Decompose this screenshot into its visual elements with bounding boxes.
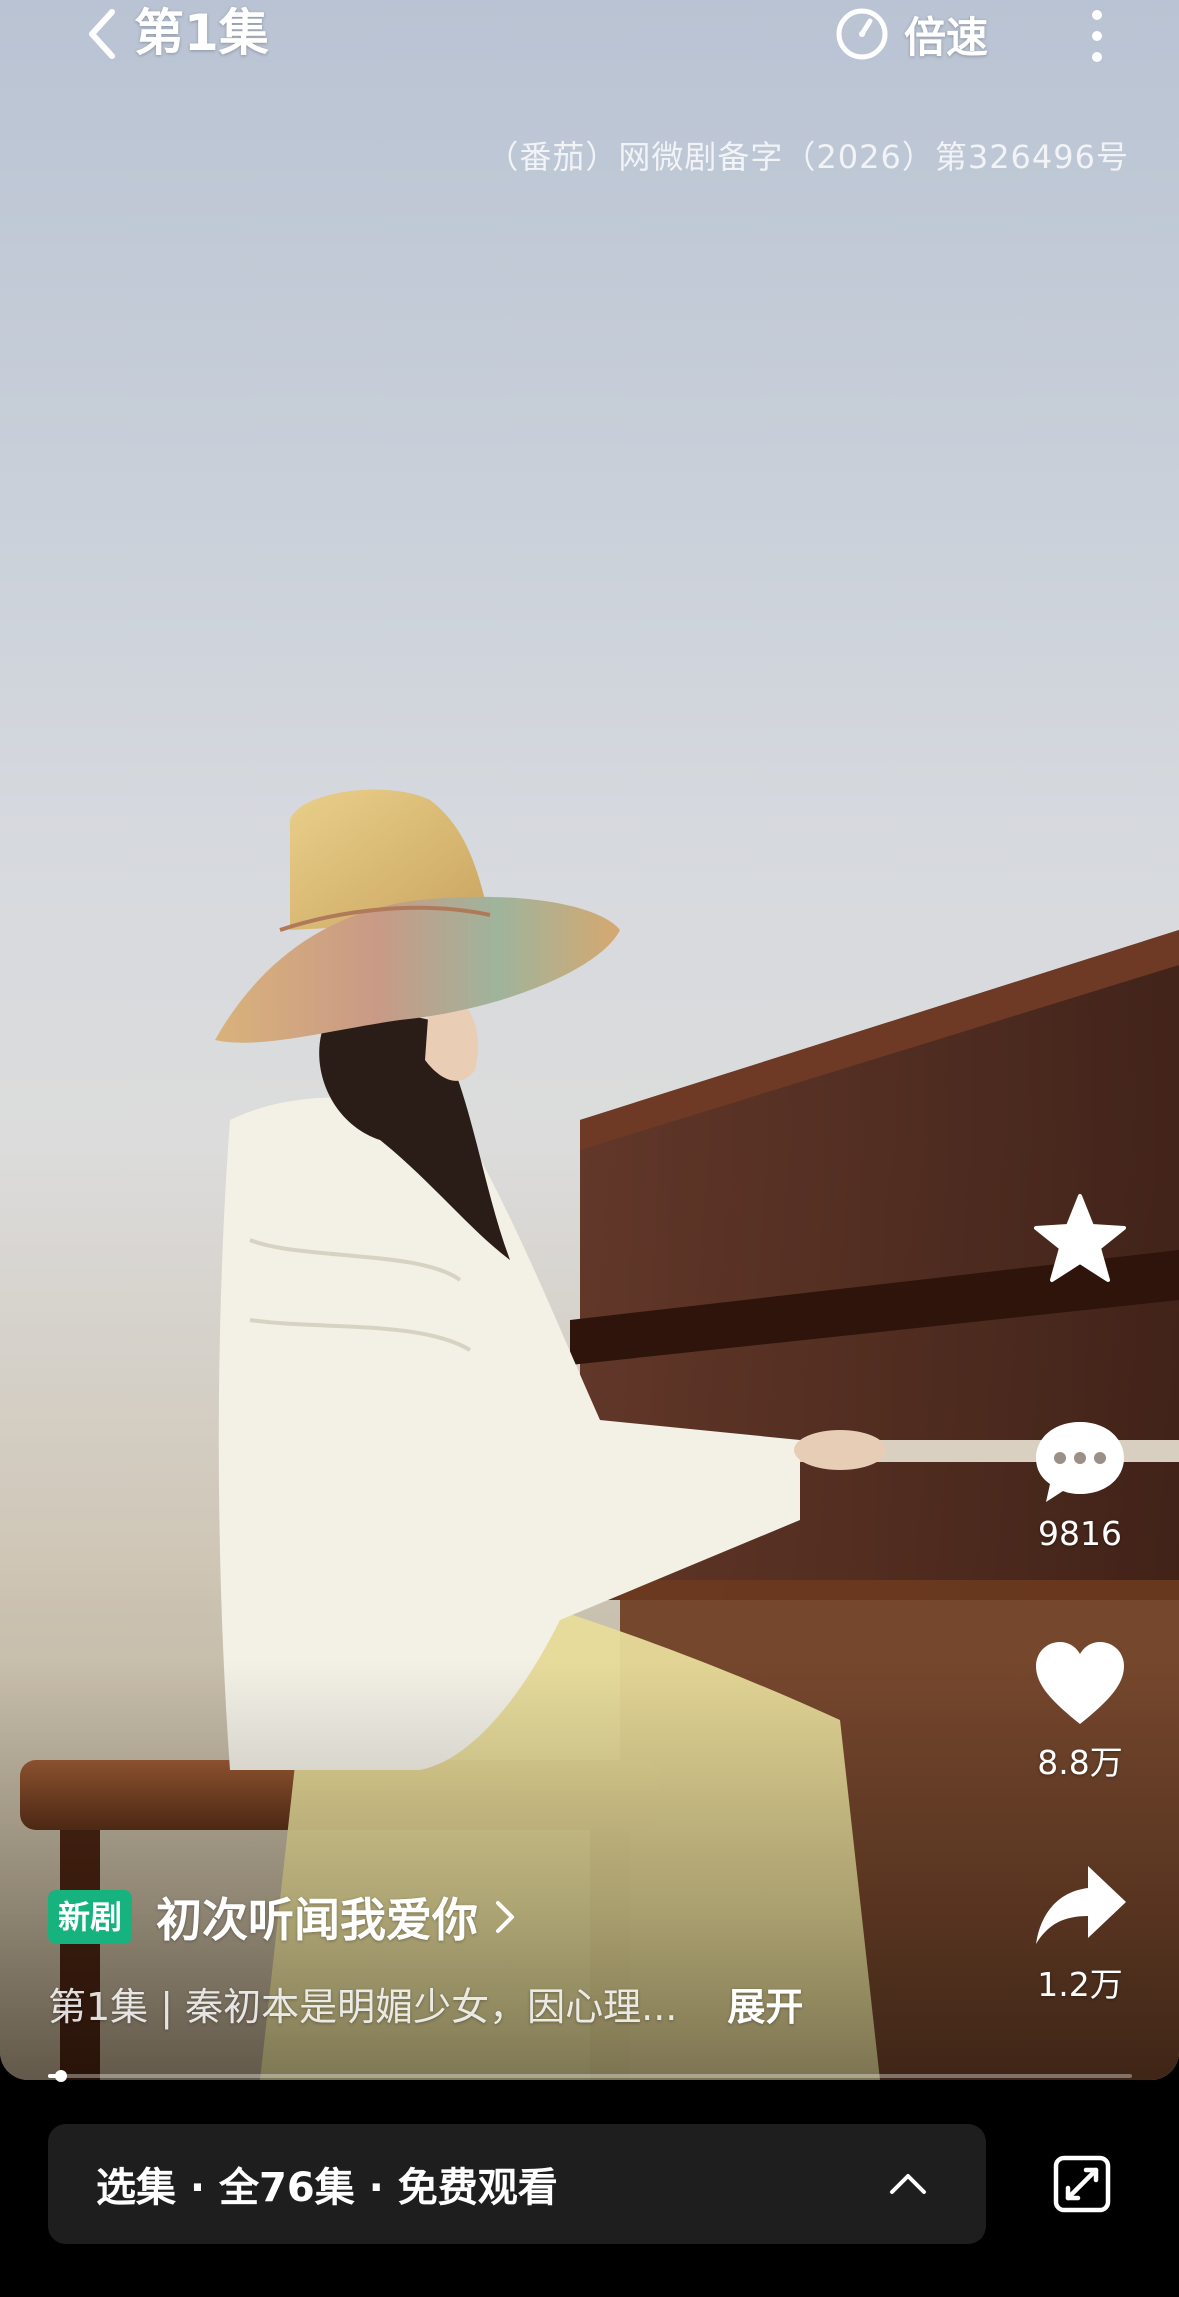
speed-button[interactable]: 倍速 — [834, 2, 988, 66]
comment-icon — [1036, 1422, 1124, 1502]
speed-label: 倍速 — [904, 12, 989, 62]
back-button[interactable] — [72, 4, 132, 64]
star-icon — [1034, 1194, 1126, 1282]
expand-button[interactable]: 展开 — [727, 1976, 803, 2031]
comment-button[interactable]: 9816 — [1020, 1416, 1140, 1553]
episode-title: 第1集 — [134, 4, 269, 62]
more-dots-icon — [1092, 10, 1102, 20]
video-player[interactable] — [0, 0, 1179, 2080]
progress-knob[interactable] — [55, 2070, 67, 2082]
like-count: 8.8万 — [1037, 1743, 1123, 1782]
drama-title: 初次听闻我爱你 — [156, 1893, 479, 1947]
like-button[interactable]: 8.8万 — [1020, 1638, 1140, 1784]
chevron-up-icon[interactable] — [878, 2172, 938, 2196]
new-drama-badge: 新剧 — [48, 1890, 133, 1944]
license-text: （番茄）网微剧备字（2026）第326496号 — [486, 138, 1129, 176]
screen-rotate-icon — [1053, 2155, 1111, 2213]
back-chevron-icon — [89, 9, 115, 59]
heart-icon — [1036, 1642, 1124, 1724]
progress-bar[interactable] — [48, 2070, 1132, 2082]
comment-count: 9816 — [1038, 1514, 1122, 1553]
share-button[interactable]: 1.2万 — [1020, 1860, 1140, 2006]
more-button[interactable] — [1080, 6, 1114, 66]
chevron-right-icon — [494, 1899, 516, 1935]
screen-rotate-button[interactable] — [1048, 2150, 1116, 2218]
episode-selector-label: 选集 · 全76集 · 免费观看 — [96, 2165, 558, 2211]
share-icon — [1036, 1866, 1126, 1944]
top-bar: 第1集 倍速 — [0, 0, 1179, 80]
favorite-button[interactable] — [1020, 1190, 1140, 1290]
timer-icon — [836, 8, 888, 60]
episode-selector-bar[interactable]: 选集 · 全76集 · 免费观看 — [48, 2124, 986, 2244]
share-count: 1.2万 — [1037, 1965, 1123, 2004]
drama-info: 新剧 初次听闻我爱你 第1集 | 秦初本是明媚少女，因心理... 展开 — [48, 1884, 948, 2031]
episode-description: 第1集 | 秦初本是明媚少女，因心理... — [48, 1985, 678, 2029]
drama-title-link[interactable]: 新剧 初次听闻我爱你 — [48, 1884, 948, 1950]
